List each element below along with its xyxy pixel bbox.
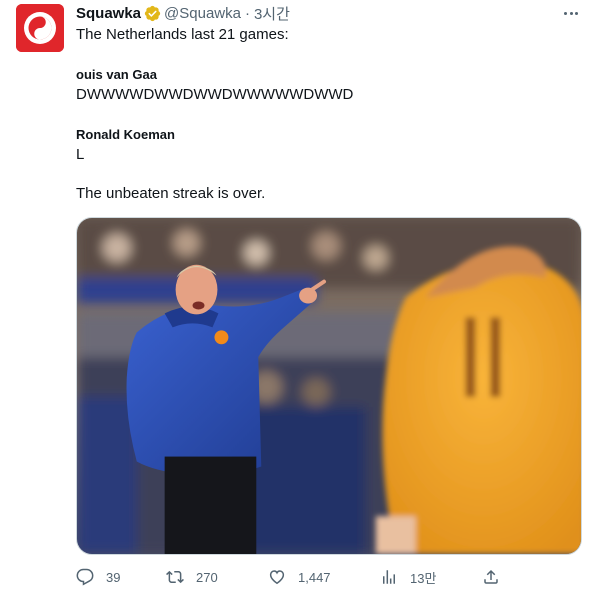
tweet-header: Squawka @Squawka · 3시간 xyxy=(76,3,290,23)
author-name[interactable]: Squawka xyxy=(76,5,141,22)
reply-icon xyxy=(76,568,94,586)
tweet-text-line-6: The unbeaten streak is over. xyxy=(76,185,266,202)
share-icon xyxy=(484,569,498,584)
tweet-text-line-2: ouis van Gaa xyxy=(76,67,157,82)
avatar[interactable] xyxy=(16,4,64,52)
author-handle[interactable]: @Squawka xyxy=(164,5,241,22)
verified-badge-icon[interactable] xyxy=(144,5,161,22)
more-horizontal-icon xyxy=(564,11,568,15)
tweet-text-line-4: Ronald Koeman xyxy=(76,127,175,142)
tweet-media-photo[interactable] xyxy=(76,217,582,555)
retweet-count: 270 xyxy=(196,569,218,585)
like-heart-icon xyxy=(269,570,285,585)
tweet-timestamp[interactable]: 3시간 xyxy=(254,3,290,24)
retweet-icon xyxy=(166,570,184,584)
views-count: 13만 xyxy=(410,570,437,586)
reply-button[interactable]: 39 xyxy=(76,568,120,586)
tweet-action-bar: 39 270 1,447 13만 xyxy=(76,566,506,588)
like-count: 1,447 xyxy=(298,569,331,585)
like-button[interactable]: 1,447 xyxy=(268,568,331,586)
reply-count: 39 xyxy=(106,569,121,585)
separator-dot: · xyxy=(244,4,250,22)
views-button[interactable]: 13만 xyxy=(380,568,436,587)
tweet-text-line-5: L xyxy=(76,146,85,163)
share-button[interactable] xyxy=(482,568,512,586)
squawka-logo-icon xyxy=(16,4,64,52)
tweet-text-line-1: The Netherlands last 21 games: xyxy=(76,26,289,43)
views-chart-icon xyxy=(383,570,395,584)
more-options-button[interactable] xyxy=(560,3,582,23)
retweet-button[interactable]: 270 xyxy=(166,568,218,586)
tweet-text-line-3: DWWWWDWWDWWDWWWWWDWWD xyxy=(76,86,354,103)
